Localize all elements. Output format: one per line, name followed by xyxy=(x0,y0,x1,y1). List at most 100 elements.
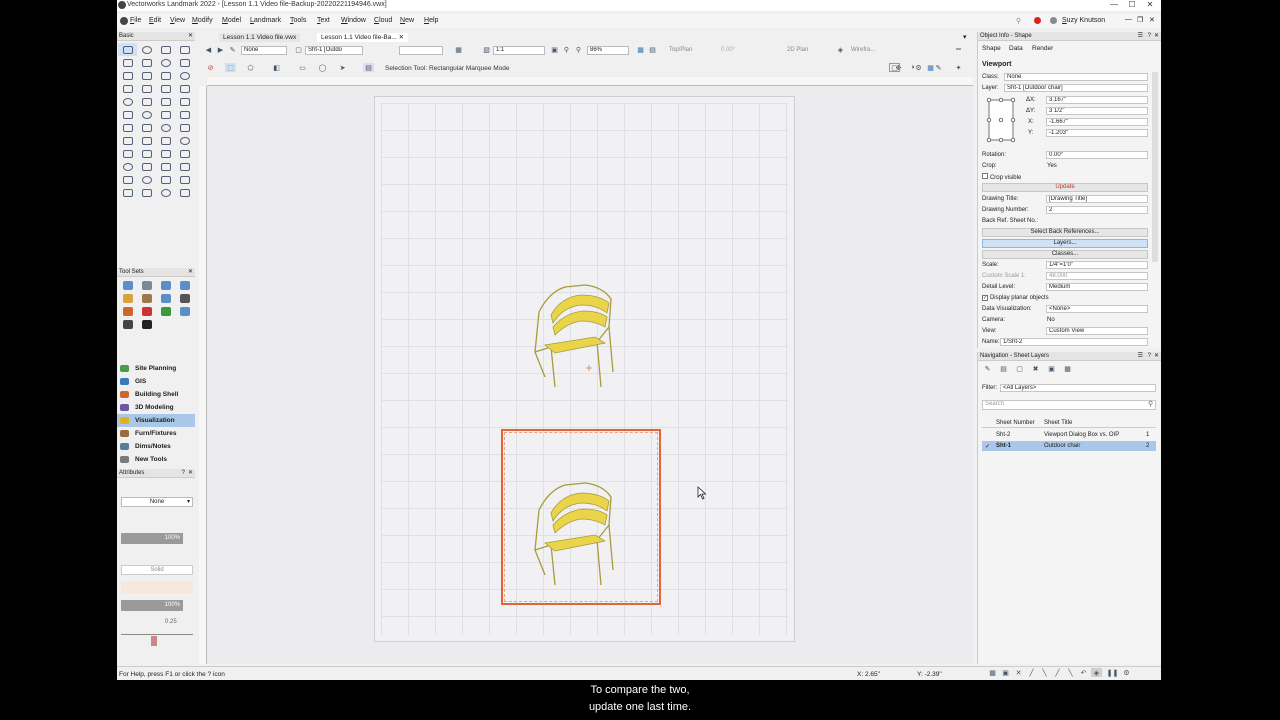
tool-set-icon[interactable] xyxy=(137,279,156,292)
sheet-number-column[interactable]: Sheet Number xyxy=(996,420,1035,426)
palette-menu-icon[interactable]: ☰ xyxy=(1138,32,1143,41)
toolset-visualization[interactable]: Visualization xyxy=(117,414,195,427)
drawing-tool-icon[interactable] xyxy=(118,95,137,108)
menu-window[interactable]: Window xyxy=(341,17,366,24)
pen-opacity-field[interactable]: 100% xyxy=(121,600,183,611)
fit-to-objects-icon[interactable]: ▣ xyxy=(549,45,560,54)
maximize-button[interactable]: ☐ xyxy=(1125,0,1139,11)
tool-set-icon[interactable] xyxy=(118,318,137,331)
view-select[interactable]: Top/Plan xyxy=(669,47,692,53)
snap-loci-icon[interactable]: ▦ xyxy=(925,63,936,72)
classes-button[interactable]: Classes... xyxy=(982,250,1148,259)
drawing-number-field[interactable]: 2 xyxy=(1046,206,1148,214)
palette-menu-icon[interactable]: ☰ xyxy=(1138,352,1143,361)
drawing-tool-icon[interactable] xyxy=(118,108,137,121)
help-icon[interactable]: ? xyxy=(182,469,185,478)
tool-set-icon[interactable] xyxy=(118,305,137,318)
active-class-select[interactable]: None xyxy=(241,46,287,55)
doc-restore-icon[interactable]: ❐ xyxy=(1137,16,1143,24)
tool-set-icon[interactable] xyxy=(137,305,156,318)
display-planar-checkbox[interactable]: ✓ Display planar objects xyxy=(982,294,1049,301)
tab-lesson-original[interactable]: Lesson 1.1 Video file.vwx xyxy=(219,33,301,42)
disable-icon[interactable]: ⊘ xyxy=(205,63,216,72)
rect-marquee-mode-icon[interactable]: ⬚ xyxy=(225,63,236,72)
custom-scale-field[interactable]: 48.000 xyxy=(1046,272,1148,280)
oip-tab-data[interactable]: Data xyxy=(1009,45,1023,52)
palette-close-icon[interactable]: ✕ xyxy=(188,32,193,41)
palette-close-icon[interactable]: ✕ xyxy=(188,469,193,478)
snap-to-intersection-icon[interactable]: ╱ xyxy=(1026,668,1037,677)
sheet-title-column[interactable]: Sheet Title xyxy=(1044,420,1072,426)
grid-snap-icon[interactable]: ▦ xyxy=(635,45,646,54)
menu-tools[interactable]: Tools xyxy=(290,17,306,24)
update-button[interactable]: Update xyxy=(982,183,1148,192)
rect-select-icon[interactable]: ▭ xyxy=(297,63,308,72)
menu-text[interactable]: Text xyxy=(317,17,330,24)
fill-style-select[interactable]: None ▾ xyxy=(121,497,193,507)
snap-to-surface-icon[interactable]: ↶ xyxy=(1078,668,1089,677)
lasso-icon[interactable]: ◯ xyxy=(317,63,328,72)
drawing-tool-icon[interactable] xyxy=(175,186,194,199)
drawing-tool-icon[interactable] xyxy=(118,186,137,199)
drawing-tool-icon[interactable] xyxy=(175,121,194,134)
view-bar-options-icon[interactable]: ═ xyxy=(953,45,964,54)
user-name[interactable]: Suzy Knutson xyxy=(1062,17,1105,24)
smart-points-icon[interactable]: ╱ xyxy=(1052,668,1063,677)
drawing-tool-icon[interactable] xyxy=(118,43,137,56)
tool-set-icon[interactable] xyxy=(118,292,137,305)
tool-set-icon[interactable] xyxy=(175,292,194,305)
snap-to-object-icon[interactable]: ▣ xyxy=(1000,668,1011,677)
tool-set-icon[interactable] xyxy=(175,305,194,318)
edit-sheet-icon[interactable]: ✎ xyxy=(982,364,993,373)
tool-set-icon[interactable] xyxy=(137,292,156,305)
view-toggle-icon[interactable]: ▤ xyxy=(647,45,658,54)
new-sheet-icon[interactable]: ▢ xyxy=(1014,364,1025,373)
plane-rotation-field[interactable]: 0.00° xyxy=(721,47,763,55)
scale-icon[interactable]: ▧ xyxy=(481,45,492,54)
transform-icon[interactable]: ◧ xyxy=(271,63,282,72)
settings-gear-icon[interactable]: ⚙ xyxy=(1121,668,1132,677)
drawing-tool-icon[interactable] xyxy=(156,160,175,173)
tab-list-chevron-icon[interactable]: ▾ xyxy=(963,33,967,41)
snap-grid-icon[interactable]: ▢ xyxy=(889,63,900,72)
x-field[interactable]: -1.667" xyxy=(1046,118,1148,126)
duplicate-sheet-icon[interactable]: ▣ xyxy=(1046,364,1057,373)
line-type-select[interactable] xyxy=(121,634,193,644)
layers-stack-icon[interactable]: ▤ xyxy=(998,364,1009,373)
class-select[interactable]: None xyxy=(1004,73,1148,81)
zoom-icon[interactable]: ⚲ xyxy=(561,45,572,54)
drawing-tool-icon[interactable] xyxy=(175,134,194,147)
palette-close-icon[interactable]: ✕ xyxy=(1154,32,1159,41)
tool-set-icon[interactable] xyxy=(156,305,175,318)
drawing-tool-icon[interactable] xyxy=(137,95,156,108)
detail-level-select[interactable]: Medium xyxy=(1046,283,1148,291)
drawing-title-field[interactable]: [Drawing Title] xyxy=(1046,195,1148,203)
drawing-tool-icon[interactable] xyxy=(118,134,137,147)
tool-set-icon[interactable] xyxy=(175,279,194,292)
sheet-select[interactable] xyxy=(399,46,443,55)
drawing-tool-icon[interactable] xyxy=(156,108,175,121)
drawing-tool-icon[interactable] xyxy=(137,69,156,82)
palette-close-icon[interactable]: ✕ xyxy=(188,268,193,277)
toolset-site-planning[interactable]: Site Planning xyxy=(117,362,195,375)
drawing-tool-icon[interactable] xyxy=(137,147,156,160)
close-button[interactable]: ✕ xyxy=(1143,0,1157,11)
drawing-tool-icon[interactable] xyxy=(175,56,194,69)
drawing-tool-icon[interactable] xyxy=(137,160,156,173)
smart-edge-icon[interactable]: ╲ xyxy=(1065,668,1076,677)
layer-icon[interactable]: ▢ xyxy=(293,45,304,54)
view-select[interactable]: Custom View xyxy=(1046,327,1148,335)
drawing-tool-icon[interactable] xyxy=(156,173,175,186)
wireframe-icon[interactable]: ◈ xyxy=(835,45,846,54)
menu-landmark[interactable]: Landmark xyxy=(250,17,281,24)
help-icon[interactable]: ? xyxy=(1148,352,1151,361)
oip-scrollbar[interactable] xyxy=(1152,72,1158,262)
drawing-tool-icon[interactable] xyxy=(118,147,137,160)
oip-tab-shape[interactable]: Shape xyxy=(982,45,1001,52)
filter-select[interactable]: <All Layers> xyxy=(1000,384,1156,392)
drawing-tool-icon[interactable] xyxy=(175,108,194,121)
snap-to-distance-icon[interactable]: ╲ xyxy=(1039,668,1050,677)
menu-edit[interactable]: Edit xyxy=(149,17,161,24)
menu-view[interactable]: View xyxy=(170,17,185,24)
polygon-marquee-mode-icon[interactable]: ⬠ xyxy=(245,63,256,72)
